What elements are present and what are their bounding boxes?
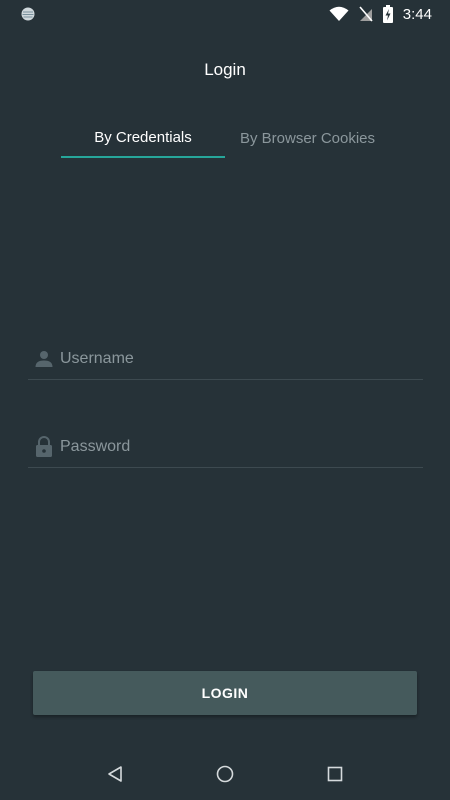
username-field[interactable]	[28, 338, 423, 380]
navigation-bar	[0, 748, 450, 800]
tab-by-credentials[interactable]: By Credentials	[61, 118, 225, 158]
status-time: 3:44	[402, 5, 432, 23]
tab-by-browser-cookies[interactable]: By Browser Cookies	[225, 118, 390, 158]
lock-icon	[31, 435, 57, 458]
battery-charging-icon	[382, 5, 393, 23]
password-field[interactable]	[28, 426, 423, 468]
recents-button[interactable]	[311, 750, 359, 798]
status-bar: 3:44	[0, 0, 450, 28]
home-icon	[216, 765, 234, 783]
home-button[interactable]	[201, 750, 249, 798]
notification-dot-icon	[20, 6, 36, 22]
username-input[interactable]	[60, 338, 423, 379]
wifi-icon	[329, 6, 349, 22]
login-button[interactable]: LOGIN	[33, 671, 417, 715]
recents-icon	[327, 766, 343, 782]
password-input[interactable]	[60, 426, 423, 467]
login-screen: 3:44 Login By Credentials By Browser Coo…	[0, 0, 450, 800]
no-sim-icon	[359, 6, 373, 22]
back-button[interactable]	[91, 750, 139, 798]
person-icon	[31, 349, 57, 369]
login-tabs: By Credentials By Browser Cookies	[61, 118, 390, 158]
page-title: Login	[204, 60, 246, 79]
back-icon	[106, 765, 124, 783]
